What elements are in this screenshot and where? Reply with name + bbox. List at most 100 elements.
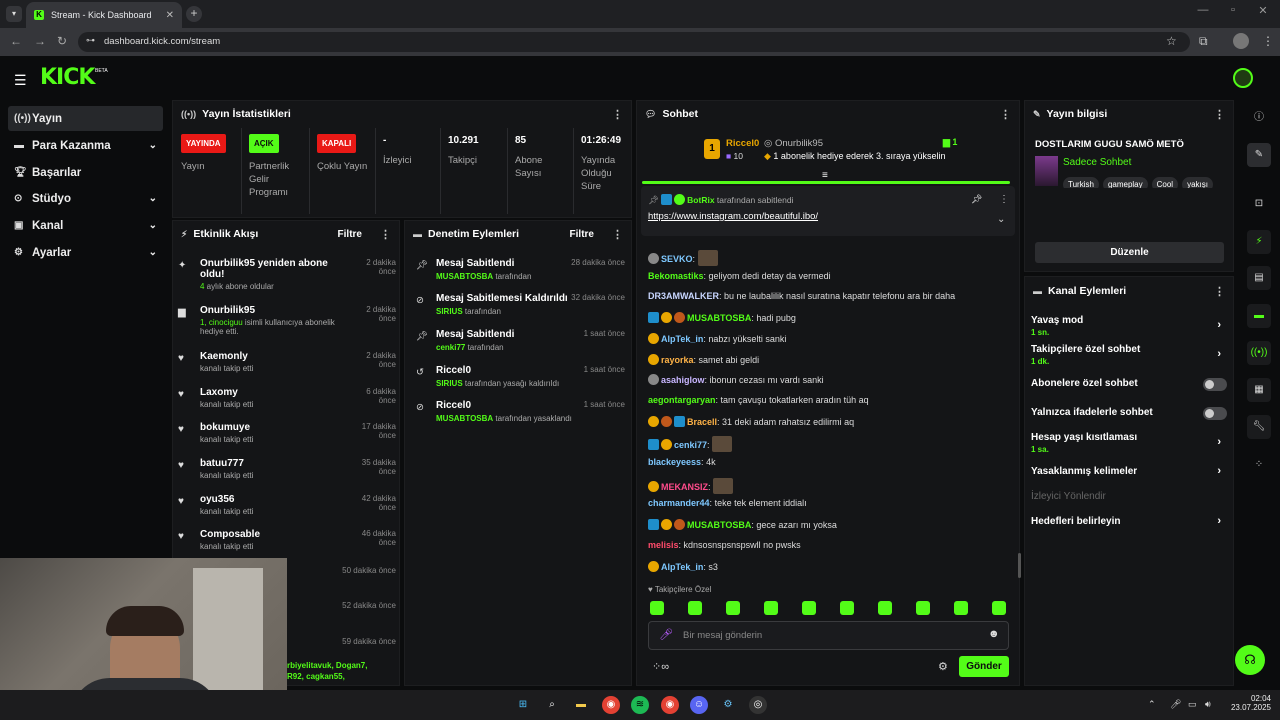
chat-username[interactable]: cenki77 [674, 440, 707, 450]
chat-username[interactable]: MEKANSIZ [661, 482, 708, 492]
gift-prompt[interactable]: ◆ 1 abonelik hediye ederek 3. sıraya yük… [764, 151, 946, 162]
close-window-icon[interactable]: ✕ [1248, 4, 1278, 17]
user-avatar[interactable] [1233, 68, 1253, 88]
file-explorer-icon[interactable]: ▬ [572, 696, 590, 714]
chat-input[interactable]: 🎤︎ Bir mesaj gönderin ☻ [648, 621, 1009, 650]
slow-mode-setting[interactable]: Yavaş mod 1 sn. › [1031, 315, 1227, 337]
tag[interactable]: gameplay [1102, 177, 1148, 188]
spotify-icon[interactable]: ≋ [631, 696, 649, 714]
banned-words-setting[interactable]: Yasaklanmış kelimeler › [1031, 465, 1227, 480]
capture-icon[interactable]: ⊡ [1247, 192, 1271, 216]
support-button[interactable]: ☊ [1235, 645, 1265, 675]
category-thumbnail[interactable] [1035, 156, 1058, 186]
site-info-icon[interactable]: ⊶ [86, 35, 95, 46]
back-icon[interactable]: ← [10, 34, 22, 48]
app-icon[interactable]: ◎ [749, 696, 767, 714]
chat-emote[interactable] [713, 477, 734, 494]
chevron-down-icon[interactable]: ⌄ [997, 214, 1005, 225]
emote-shortcut[interactable] [764, 601, 778, 615]
emote-shortcut[interactable] [954, 601, 968, 615]
emote-shortcut[interactable] [726, 601, 740, 615]
reload-icon[interactable]: ↻ [57, 34, 67, 48]
emotes-only-toggle[interactable] [1203, 407, 1227, 420]
account-age-setting[interactable]: Hesap yaşı kısıtlaması 1 sa. › [1031, 432, 1227, 454]
layout-icon[interactable]: ▦ [1247, 378, 1271, 402]
browser-tab[interactable]: K Stream - Kick Dashboard ✕ [26, 2, 182, 28]
sidebar-item-ayarlar[interactable]: ⚙ Ayarlar ⌄ [8, 240, 163, 265]
chat-username[interactable]: SEVKO [661, 254, 693, 264]
send-button[interactable]: Gönder [959, 656, 1009, 677]
sidebar-item-basarilar[interactable]: 🏆︎ Başarılar [8, 160, 163, 185]
chat-username[interactable]: MUSABTOSBA [687, 313, 751, 323]
browser-menu-icon[interactable]: ⋮ [1262, 34, 1274, 48]
wrench-icon[interactable]: 🔧︎ [1247, 415, 1271, 439]
more-options-icon[interactable]: ⋮ [1214, 285, 1225, 298]
more-options-icon[interactable]: ⋮ [1000, 108, 1011, 121]
clipboard-icon[interactable]: ▤ [1247, 266, 1271, 290]
more-options-icon[interactable]: ⋮ [612, 228, 623, 241]
chat-username[interactable]: asahiglow [661, 375, 705, 385]
filter-button[interactable]: Filtre [570, 229, 594, 240]
channel-points-icon[interactable]: ⁘∞ [652, 660, 669, 673]
close-tab-icon[interactable]: ✕ [166, 10, 174, 21]
chat-bubble-icon[interactable]: ▬ [1247, 304, 1271, 328]
chat-emote[interactable] [697, 250, 718, 266]
moderator-name[interactable]: MUSABTOSBA [436, 414, 493, 423]
profile-avatar[interactable] [1233, 33, 1249, 49]
tag[interactable]: Cool [1151, 177, 1179, 188]
volume-icon[interactable]: 🔊︎ [1205, 699, 1211, 710]
chat-scrollbar[interactable] [1018, 553, 1021, 578]
more-options-icon[interactable]: ⋮ [380, 228, 391, 241]
microphone-icon[interactable]: 🎤︎ [659, 628, 673, 641]
windows-start-icon[interactable]: ⊞ [514, 696, 532, 714]
hamburger-menu-icon[interactable]: ☰ [14, 72, 27, 89]
kick-logo[interactable]: KICK [40, 65, 95, 90]
category-link[interactable]: Sadece Sohbet [1063, 157, 1131, 168]
chat-emote[interactable] [712, 436, 733, 453]
steam-icon[interactable]: ⚙ [719, 696, 737, 714]
chat-username[interactable]: AlpTek_in [661, 334, 703, 344]
chat-username[interactable]: DR3AMWALKER [648, 291, 719, 301]
emote-shortcut[interactable] [916, 601, 930, 615]
chat-username[interactable]: aegontargaryan [648, 395, 716, 405]
discord-icon[interactable]: ☺ [690, 696, 708, 714]
emote-shortcut[interactable] [802, 601, 816, 615]
edit-button[interactable]: Düzenle [1035, 242, 1224, 263]
tab-list-icon[interactable]: ▾ [6, 6, 22, 22]
broadcast-icon[interactable]: ((•)) [1247, 341, 1271, 365]
chat-username[interactable]: melisis [648, 540, 679, 550]
filter-button[interactable]: Filtre [338, 229, 362, 240]
emote-shortcut[interactable] [878, 601, 892, 615]
goals-setting[interactable]: Hedefleri belirleyin › [1031, 515, 1227, 530]
emote-shortcut[interactable] [650, 601, 664, 615]
chat-username[interactable]: MUSABTOSBA [687, 520, 751, 530]
unpin-icon[interactable]: 📌︎ [971, 194, 982, 205]
clock[interactable]: 02:04 23.07.2025 [1226, 694, 1271, 712]
more-options-icon[interactable]: ⋮ [999, 194, 1009, 205]
sidebar-item-yayin[interactable]: ((•)) Yayın [8, 106, 163, 131]
subscribers-only-toggle[interactable] [1203, 378, 1227, 391]
moderator-name[interactable]: MUSABTOSBA [436, 272, 493, 281]
tag[interactable]: Turkish [1063, 177, 1099, 188]
pinned-link[interactable]: https://www.instagram.com/beautiful.ibo/ [648, 211, 818, 222]
more-options-icon[interactable]: ⋮ [1214, 108, 1225, 121]
search-icon[interactable]: ⌕ [543, 696, 561, 714]
moderator-name[interactable]: SIRIUS [436, 379, 463, 388]
sidebar-item-para-kazanma[interactable]: ▬ Para Kazanma ⌄ [8, 133, 163, 158]
emote-shortcut[interactable] [992, 601, 1006, 615]
minimize-icon[interactable]: — [1188, 4, 1218, 16]
pencil-icon[interactable]: ✎ [1247, 143, 1271, 167]
chat-settings-icon[interactable]: ⚙ [938, 660, 948, 673]
network-icon[interactable]: ▭ [1188, 699, 1197, 710]
lightning-icon[interactable]: ⚡︎ [1247, 230, 1271, 254]
tray-chevron-icon[interactable]: ⌃ [1148, 699, 1156, 710]
microphone-icon[interactable]: 🎤︎ [1170, 699, 1181, 710]
chat-username[interactable]: Bracell [687, 417, 717, 427]
bookmark-star-icon[interactable]: ☆ [1166, 34, 1177, 48]
apps-icon[interactable]: ⁘ [1247, 453, 1271, 477]
maximize-icon[interactable]: ▫ [1218, 4, 1248, 16]
chat-username[interactable]: blackeyeess [648, 457, 701, 467]
tag[interactable]: yakışı [1182, 177, 1213, 188]
emoji-icon[interactable]: ☻ [988, 628, 1000, 640]
moderator-name[interactable]: cenki77 [436, 343, 465, 352]
